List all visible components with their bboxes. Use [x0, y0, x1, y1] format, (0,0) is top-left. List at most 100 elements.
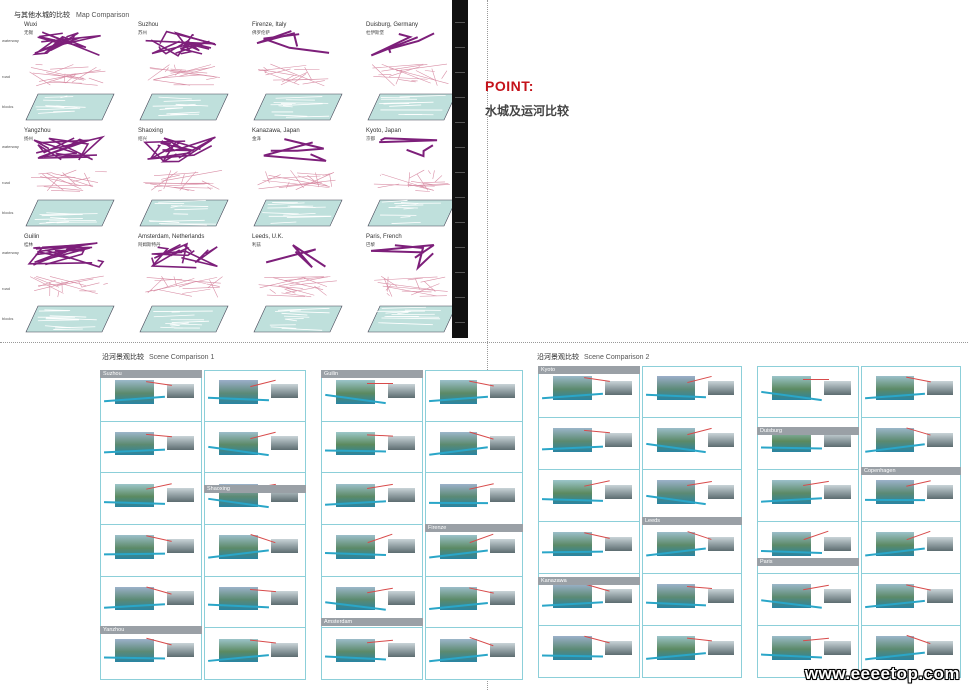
- city-map-stack: [25, 135, 115, 227]
- side-bar-tick: [455, 122, 465, 123]
- scene-thumbnail: [708, 536, 734, 551]
- layer-row-label-en: waterway: [2, 250, 19, 255]
- scene-thumbnail: [708, 432, 734, 447]
- layer-row-label-en: road: [2, 286, 11, 291]
- layer-row-label: waterway: [2, 144, 19, 149]
- blocks-layer: [367, 93, 457, 121]
- map-comparison-section: 与其他水城的比较 Map Comparison Wuxi 无锡 Suzhou 苏州 Fir…: [0, 0, 457, 338]
- waterway-layer: [256, 30, 330, 54]
- layer-row-label: blocks: [2, 104, 13, 109]
- scene-thumbnail: [708, 588, 734, 603]
- waterway-layer: [145, 30, 217, 57]
- side-bar-tick: [455, 47, 465, 48]
- scene-city-header: Paris: [757, 558, 859, 566]
- side-bar-tick: [455, 22, 465, 23]
- city-map-stack: [139, 136, 229, 227]
- scene-thumbnail: [824, 380, 851, 395]
- scene-thumbnail: [489, 436, 516, 451]
- city-map-stack: [367, 32, 457, 121]
- layer-row-label-en: blocks: [2, 210, 14, 215]
- scene-city-name: Amsterdam: [324, 619, 353, 625]
- scene-thumbnail: [708, 640, 734, 655]
- road-layer: [30, 169, 107, 192]
- side-bar-tick: [455, 97, 465, 98]
- layer-row-label: road: [2, 180, 10, 185]
- scene-thumbnail: [167, 642, 194, 657]
- canal-line: [541, 654, 604, 658]
- scene-thumbnail: [927, 380, 953, 395]
- side-bar-tick: [455, 147, 465, 148]
- scene-thumbnail: [271, 539, 298, 554]
- scene-thumbnail: [824, 588, 851, 603]
- scene-thumbnail: [927, 640, 953, 655]
- road-layer: [374, 275, 448, 297]
- layer-row-label: road: [2, 74, 10, 79]
- scene-city-header: Copenhagen: [861, 467, 961, 475]
- scene-city-name: Kyoto: [541, 367, 556, 373]
- waterway-layer: [27, 242, 105, 268]
- road-layer: [257, 170, 336, 190]
- blocks-layer: [25, 93, 115, 121]
- canal-line: [541, 550, 604, 554]
- side-bar-tick: [455, 247, 465, 248]
- waterway-layer: [143, 136, 216, 163]
- city-map-stack: [253, 244, 343, 333]
- layer-row-label-en: road: [2, 180, 11, 185]
- scene-thumbnail: [388, 591, 415, 606]
- scene2-title: 沿河景观比较 Scene Comparison 2: [537, 354, 650, 361]
- side-bar-tick: [455, 297, 465, 298]
- scene-thumbnail: [388, 539, 415, 554]
- scene-thumbnail: [489, 642, 516, 657]
- scene-thumbnail: [271, 384, 298, 399]
- blocks-layer: [367, 305, 457, 333]
- scene-thumbnail: [605, 380, 632, 395]
- scene-city-header: Amsterdam: [321, 618, 423, 626]
- scene-thumbnail: [824, 536, 851, 551]
- layer-row-label: road: [2, 286, 10, 291]
- side-bar-tick: [455, 272, 465, 273]
- annotation-line: [802, 378, 829, 381]
- scene-thumbnail: [708, 380, 734, 395]
- canal-line: [428, 501, 488, 504]
- annotation-line: [366, 382, 393, 384]
- layer-row-label: blocks: [2, 210, 13, 215]
- scene-thumbnail: [271, 591, 298, 606]
- layer-row-label-en: blocks: [2, 104, 14, 109]
- blocks-layer: [253, 199, 343, 227]
- scene-thumbnail: [605, 432, 632, 447]
- road-layer: [258, 63, 329, 87]
- layer-row-label-en: waterway: [2, 38, 19, 43]
- scene-thumbnail: [271, 436, 298, 451]
- city-map-stack: [367, 244, 457, 333]
- waterway-layer: [379, 137, 438, 158]
- scene-thumbnail: [824, 484, 851, 499]
- side-bar: [452, 0, 468, 338]
- point-title: POINT:: [485, 78, 534, 94]
- road-layer: [147, 64, 220, 86]
- scene-city-header: Kyoto: [538, 366, 640, 374]
- city-map-stack: [25, 242, 115, 333]
- scene-city-header: Leeds: [642, 517, 742, 525]
- city-map-stack: [253, 30, 343, 121]
- scene-thumbnail: [927, 432, 953, 447]
- road-layer: [373, 169, 450, 192]
- blocks-layer: [25, 305, 115, 333]
- scene-thumbnail: [167, 539, 194, 554]
- scene-thumbnail: [167, 436, 194, 451]
- map-section-title: 与其他水城的比较 Map Comparison: [14, 12, 130, 19]
- scene-city-name: Guilin: [324, 371, 339, 377]
- layer-row-label-en: road: [2, 74, 11, 79]
- blocks-layer: [367, 199, 457, 227]
- road-layer: [371, 63, 449, 87]
- scene-thumbnail: [388, 642, 415, 657]
- waterway-layer: [370, 32, 435, 57]
- scene-thumbnail: [927, 588, 953, 603]
- blocks-layer: [139, 93, 229, 121]
- side-bar-tick: [455, 197, 465, 198]
- scene-city-name: Copenhagen: [864, 468, 896, 474]
- side-bar-tick: [455, 322, 465, 323]
- scene-thumbnail: [927, 536, 953, 551]
- scene-thumbnail: [824, 640, 851, 655]
- side-bar-tick: [455, 172, 465, 173]
- scene-city-header: Shaoxing: [204, 485, 306, 493]
